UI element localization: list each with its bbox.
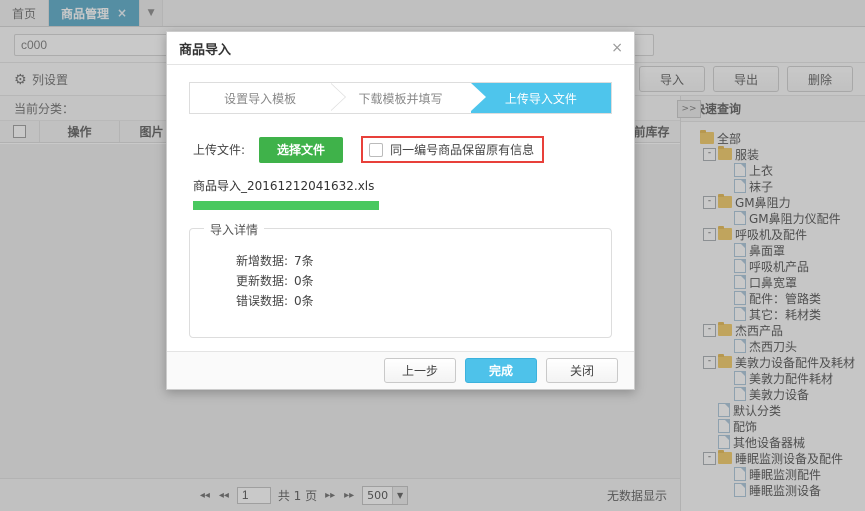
import-details-rows: 新增数据: 7条 更新数据: 0条 错误数据: 0条 <box>190 229 611 311</box>
previous-step-button[interactable]: 上一步 <box>384 358 456 383</box>
import-detail-value: 0条 <box>294 274 314 288</box>
wizard-step-upload-file[interactable]: 上传导入文件 <box>470 83 611 113</box>
dialog-footer: 上一步 完成 关闭 <box>167 351 634 389</box>
choose-file-button[interactable]: 选择文件 <box>259 136 344 163</box>
import-detail-row: 错误数据: 0条 <box>236 291 611 311</box>
wizard-step-set-template[interactable]: 设置导入模板 <box>190 83 347 113</box>
wizard-step-set-template-label: 设置导入模板 <box>224 91 297 106</box>
step-notch-icon <box>470 83 486 111</box>
dialog-body: 设置导入模板 下载模板并填写 上传导入文件 上传文件: 选择文件 同一编号商品保… <box>167 65 634 351</box>
import-detail-value: 7条 <box>294 254 314 268</box>
dialog-title: 商品导入 <box>179 42 232 58</box>
uploaded-file-name: 商品导入_20161212041632.xls <box>193 179 375 193</box>
import-detail-key: 新增数据: <box>236 254 289 268</box>
keep-original-info-highlight: 同一编号商品保留原有信息 <box>361 136 545 163</box>
product-import-dialog: 商品导入 × 设置导入模板 下载模板并填写 上传导入文件 上传文件: 选择文件 … <box>166 31 635 390</box>
import-detail-key: 错误数据: <box>236 294 289 308</box>
keep-original-info-label: 同一编号商品保留原有信息 <box>390 143 535 157</box>
import-details-legend: 导入详情 <box>204 221 265 238</box>
import-detail-row: 更新数据: 0条 <box>236 271 611 291</box>
wizard-step-download-template[interactable]: 下载模板并填写 <box>330 83 470 113</box>
upload-file-row: 上传文件: 选择文件 同一编号商品保留原有信息 <box>193 136 634 163</box>
close-button[interactable]: 关闭 <box>546 358 618 383</box>
wizard-step-download-template-label: 下载模板并填写 <box>358 91 443 106</box>
dialog-header: 商品导入 × <box>167 32 634 65</box>
app-root: 首页 商品管理 × ▼ 列设置 用 启用 导入 导出 删除 <box>0 0 865 511</box>
close-icon[interactable]: × <box>611 41 623 55</box>
import-detail-row: 新增数据: 7条 <box>236 251 611 271</box>
import-detail-key: 更新数据: <box>236 274 289 288</box>
step-divider-icon <box>330 83 346 111</box>
keep-original-info-checkbox[interactable] <box>369 142 384 157</box>
wizard-step-upload-file-label: 上传导入文件 <box>504 91 577 106</box>
upload-progress-bar <box>193 201 379 210</box>
finish-button[interactable]: 完成 <box>465 358 537 383</box>
upload-file-label: 上传文件: <box>193 143 246 157</box>
import-detail-value: 0条 <box>294 294 314 308</box>
import-details-panel: 导入详情 新增数据: 7条 更新数据: 0条 错误数据: 0条 <box>189 221 612 338</box>
wizard-steps: 设置导入模板 下载模板并填写 上传导入文件 <box>189 82 612 114</box>
upload-progress-track <box>193 201 379 210</box>
